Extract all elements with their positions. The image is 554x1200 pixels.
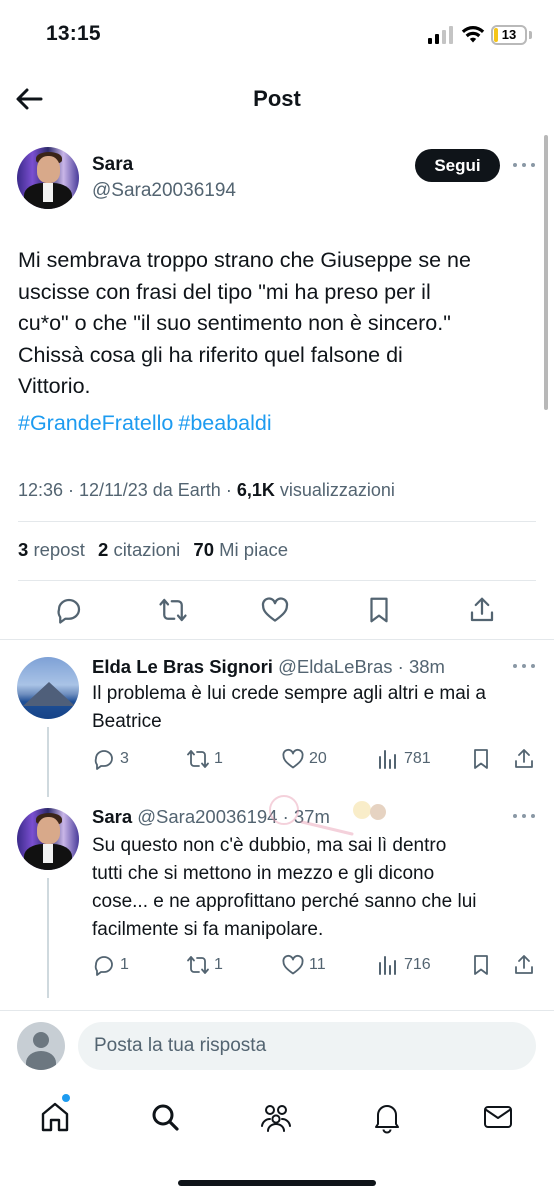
reply-action[interactable]: 3: [92, 747, 129, 771]
repost-count: 1: [214, 750, 223, 767]
post-text-line: uscisse con frasi del tipo "mi ha preso …: [18, 279, 431, 304]
divider: [0, 1010, 554, 1011]
home-icon[interactable]: [38, 1100, 72, 1134]
divider: [0, 639, 554, 640]
bookmark-icon[interactable]: [469, 953, 493, 977]
share-icon[interactable]: [467, 595, 497, 625]
reply-text-line: Beatrice: [92, 711, 162, 732]
reply-text-line: Su questo non c'è dubbio, ma sai lì dent…: [92, 835, 447, 856]
reply-header[interactable]: Elda Le Bras Signori @EldaLeBras · 38m: [92, 656, 445, 678]
views-count: 716: [404, 956, 431, 973]
likes-stat[interactable]: 70 Mi piace: [193, 539, 288, 560]
reply-author-handle[interactable]: @EldaLeBras · 38m: [278, 656, 445, 677]
post-text: Mi sembrava troppo strano che Giuseppe s…: [18, 245, 528, 403]
reply-text-line: Il problema è lui crede sempre agli altr…: [92, 683, 486, 704]
hashtag-link[interactable]: #beabaldi: [178, 411, 271, 435]
bookmark-icon[interactable]: [364, 595, 394, 625]
views-icon: [379, 956, 396, 975]
search-icon[interactable]: [148, 1100, 182, 1134]
like-count: 11: [309, 956, 326, 973]
views-count: 781: [404, 750, 431, 767]
scrollbar[interactable]: [544, 135, 548, 410]
reply-count: 3: [120, 750, 129, 767]
like-icon: [282, 748, 304, 769]
reply-text-line: tutti che si mettono in mezzo e gli dico…: [92, 863, 435, 884]
like-action[interactable]: 11: [281, 953, 326, 977]
post-timestamp: 12:36 · 12/11/23 da Earth ·: [18, 480, 237, 500]
post-text-line: Vittorio.: [18, 374, 91, 398]
reply-count: 1: [120, 956, 129, 973]
top-nav: Post: [0, 70, 554, 128]
post-text-line: cu*o" o che "il suo sentimento non è sin…: [18, 311, 451, 335]
bookmark-icon[interactable]: [469, 747, 493, 771]
author-name[interactable]: Sara: [92, 154, 133, 176]
reply-composer: Posta la tua risposta: [0, 1012, 554, 1082]
post-stats: 3 repost 2 citazioni 70 Mi piace: [18, 539, 296, 561]
reply-icon: [94, 956, 113, 976]
post-text-line: Chissà cosa gli ha riferito quel falsone…: [18, 342, 403, 367]
reply-text-line: cose... e ne approfittano perché sanno c…: [92, 891, 477, 912]
user-avatar[interactable]: [17, 1022, 65, 1070]
share-icon[interactable]: [512, 953, 536, 977]
home-notification-dot: [62, 1094, 70, 1102]
hashtags: #GrandeFratello #beabaldi: [18, 411, 277, 436]
like-count: 20: [309, 750, 327, 767]
hashtag-link[interactable]: #GrandeFratello: [18, 411, 173, 435]
notifications-icon[interactable]: [370, 1100, 404, 1134]
reply-text: Su questo non c'è dubbio, ma sai lì dent…: [92, 832, 532, 944]
page-title: Post: [253, 86, 301, 111]
views-action[interactable]: 716: [376, 953, 431, 977]
repost-count: 1: [214, 956, 223, 973]
views-label: visualizzazioni: [279, 480, 395, 500]
more-options-icon[interactable]: [513, 812, 535, 820]
post-text-line: Mi sembrava troppo strano che Giuseppe s…: [18, 248, 471, 272]
thread-line: [47, 878, 49, 998]
wifi-icon: [461, 26, 485, 43]
battery-indicator: 13: [491, 25, 527, 45]
reply-icon[interactable]: [54, 595, 84, 625]
home-indicator[interactable]: [178, 1180, 376, 1186]
divider: [18, 580, 536, 581]
views-action[interactable]: 781: [376, 747, 431, 771]
reply-text: Il problema è lui crede sempre agli altr…: [92, 680, 532, 736]
status-time: 13:15: [46, 22, 101, 45]
bottom-tab-bar: [0, 1088, 554, 1148]
share-icon[interactable]: [512, 747, 536, 771]
communities-icon[interactable]: [259, 1100, 293, 1134]
views-count: 6,1K: [236, 480, 275, 500]
battery-level: 13: [501, 27, 517, 42]
follow-button[interactable]: Segui: [415, 149, 500, 182]
quotes-stat[interactable]: 2 citazioni: [98, 539, 180, 560]
like-action[interactable]: 20: [281, 747, 327, 771]
views-icon: [379, 750, 396, 769]
reply-author-name[interactable]: Sara: [92, 806, 132, 827]
status-bar: 13:15 13: [0, 0, 554, 70]
reply-text-line: facilmente si fa manipolare.: [92, 919, 324, 940]
reply-input[interactable]: Posta la tua risposta: [78, 1022, 536, 1070]
thread-line: [47, 727, 49, 797]
repost-action[interactable]: 1: [186, 747, 223, 771]
messages-icon[interactable]: [481, 1100, 515, 1134]
avatar[interactable]: [17, 147, 79, 209]
reposts-stat[interactable]: 3 repost: [18, 539, 85, 560]
avatar[interactable]: [17, 808, 79, 870]
like-icon[interactable]: [260, 595, 290, 625]
repost-action[interactable]: 1: [186, 953, 223, 977]
avatar[interactable]: [17, 657, 79, 719]
repost-icon: [187, 750, 209, 768]
author-handle[interactable]: @Sara20036194: [92, 180, 236, 202]
reply-action[interactable]: 1: [92, 953, 129, 977]
repost-icon: [187, 956, 209, 974]
divider: [18, 521, 536, 522]
cellular-signal-icon: [428, 26, 453, 44]
more-options-icon[interactable]: [513, 662, 535, 670]
post-meta: 12:36 · 12/11/23 da Earth · 6,1K visuali…: [18, 480, 395, 501]
more-options-icon[interactable]: [513, 161, 535, 169]
reply-icon: [94, 750, 113, 770]
repost-icon[interactable]: [158, 595, 188, 625]
like-icon: [282, 954, 304, 975]
reply-author-name[interactable]: Elda Le Bras Signori: [92, 656, 273, 677]
battery-cap: [529, 31, 532, 39]
